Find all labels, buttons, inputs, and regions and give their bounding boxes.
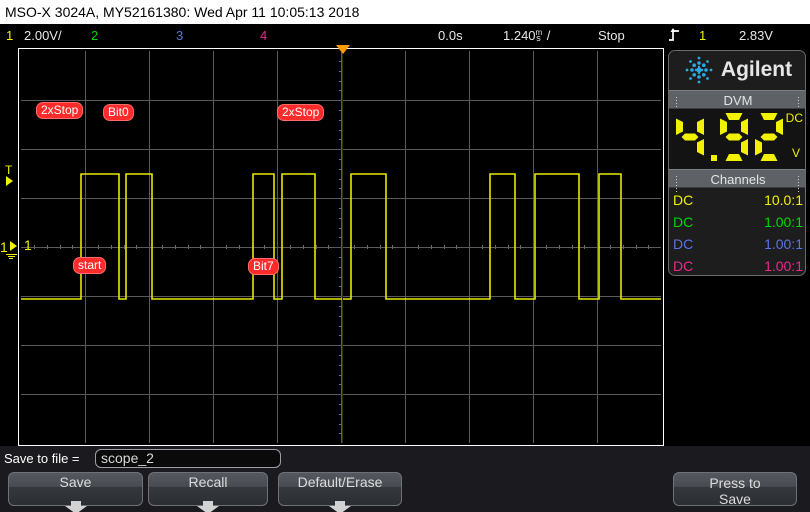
recall-button-label: Recall bbox=[188, 474, 228, 490]
channel-3-number[interactable]: 3 bbox=[176, 24, 183, 48]
channel-coupling-label: DC bbox=[673, 236, 694, 252]
channel-probe-list: DC 10.0:1 DC 1.00:1 DC 1.00:1 DC 1.00:1 bbox=[669, 189, 805, 275]
serial-decode-label: Bit7 bbox=[248, 258, 279, 275]
ground-marker-channel-label: 1 bbox=[0, 239, 8, 255]
serial-decode-label: 2xStop bbox=[36, 102, 84, 119]
trigger-position-line bbox=[342, 51, 343, 443]
channel-1-number[interactable]: 1 bbox=[6, 24, 13, 48]
default-erase-button[interactable]: Default/Erase bbox=[278, 472, 402, 512]
ground-symbol-icon bbox=[5, 253, 17, 259]
channels-section-header[interactable]: Channels bbox=[669, 169, 805, 192]
rising-edge-icon bbox=[668, 24, 682, 48]
channel-probe-row[interactable]: DC 1.00:1 bbox=[669, 255, 805, 275]
dvm-unit-label: V bbox=[791, 146, 800, 160]
recall-button[interactable]: Recall bbox=[148, 472, 268, 512]
press-to-save-button[interactable]: Press to Save bbox=[673, 472, 797, 507]
filename-input[interactable]: scope_2 bbox=[95, 449, 281, 468]
drag-grip-icon bbox=[675, 175, 679, 192]
channel-coupling-label: DC bbox=[673, 214, 694, 230]
brand-logo-row: Agilent bbox=[669, 51, 805, 89]
channel-2-number[interactable]: 2 bbox=[91, 24, 98, 48]
channel-probe-row[interactable]: DC 1.00:1 bbox=[669, 211, 805, 233]
agilent-logo-icon bbox=[684, 55, 714, 85]
channel-probe-ratio: 1.00:1 bbox=[764, 214, 803, 230]
drag-grip-icon bbox=[675, 96, 679, 113]
channel-1-scale[interactable]: 2.00V/ bbox=[24, 24, 62, 48]
run-state-readout[interactable]: Stop bbox=[598, 24, 625, 48]
default-erase-button-label: Default/Erase bbox=[297, 474, 383, 490]
delay-readout[interactable]: 0.0s bbox=[438, 24, 463, 48]
serial-decode-label: 2xStop bbox=[277, 104, 325, 121]
channel-probe-row[interactable]: DC 1.00:1 bbox=[669, 233, 805, 255]
trigger-source-readout[interactable]: 1 bbox=[699, 24, 706, 48]
trigger-t-marker-label: T bbox=[5, 163, 13, 177]
ground-level-marker-icon[interactable] bbox=[10, 241, 17, 251]
trigger-position-marker-icon[interactable] bbox=[336, 45, 350, 54]
instrument-sidebar: Agilent DVM DC V Channels DC 10.0:1 DC 1.00… bbox=[668, 50, 806, 276]
serial-decode-label: start bbox=[73, 257, 107, 274]
brand-name: Agilent bbox=[720, 58, 793, 81]
press-to-save-line2: Save bbox=[719, 491, 751, 507]
status-bar: 1 2.00V/ 2 3 4 0.0s 1.240ms / Stop 1 2.83… bbox=[0, 24, 810, 48]
dvm-header-label: DVM bbox=[723, 93, 753, 108]
channel-coupling-label: DC bbox=[673, 258, 694, 274]
timebase-unit: s bbox=[536, 33, 541, 43]
serial-decode-label: Bit0 bbox=[103, 104, 134, 121]
drag-grip-icon bbox=[797, 96, 801, 113]
timebase-slash: / bbox=[546, 28, 551, 43]
save-button[interactable]: Save bbox=[8, 472, 143, 512]
timebase-value: 1.240 bbox=[503, 28, 536, 43]
channel-coupling-label: DC bbox=[673, 192, 694, 208]
window-title-bar: MSO-X 3024A, MY52161380: Wed Apr 11 10:0… bbox=[0, 0, 810, 24]
timebase-readout[interactable]: 1.240ms / bbox=[503, 24, 550, 50]
dvm-section-header[interactable]: DVM bbox=[669, 90, 805, 113]
dvm-readout-panel[interactable]: DC V bbox=[669, 109, 805, 172]
drag-grip-icon bbox=[797, 175, 801, 192]
channel-probe-row[interactable]: DC 10.0:1 bbox=[669, 189, 805, 211]
channel-1-inline-label: 1 bbox=[24, 237, 32, 253]
dvm-value-display bbox=[674, 111, 786, 172]
trigger-level-readout[interactable]: 2.83V bbox=[739, 24, 773, 48]
channel-probe-ratio: 1.00:1 bbox=[764, 258, 803, 274]
dvm-coupling-label: DC bbox=[785, 111, 803, 125]
press-to-save-line1: Press to bbox=[709, 475, 761, 491]
channel-probe-ratio: 1.00:1 bbox=[764, 236, 803, 252]
channels-header-label: Channels bbox=[710, 172, 766, 187]
save-to-file-label: Save to file = bbox=[4, 451, 80, 466]
save-button-label: Save bbox=[59, 474, 92, 490]
channel-probe-ratio: 10.0:1 bbox=[764, 192, 803, 208]
left-marker-gutter: T 1 bbox=[0, 48, 18, 446]
channel-4-number[interactable]: 4 bbox=[260, 24, 267, 48]
oscilloscope-screen: MSO-X 3024A, MY52161380: Wed Apr 11 10:0… bbox=[0, 0, 810, 512]
trigger-level-marker-icon[interactable] bbox=[6, 176, 13, 186]
